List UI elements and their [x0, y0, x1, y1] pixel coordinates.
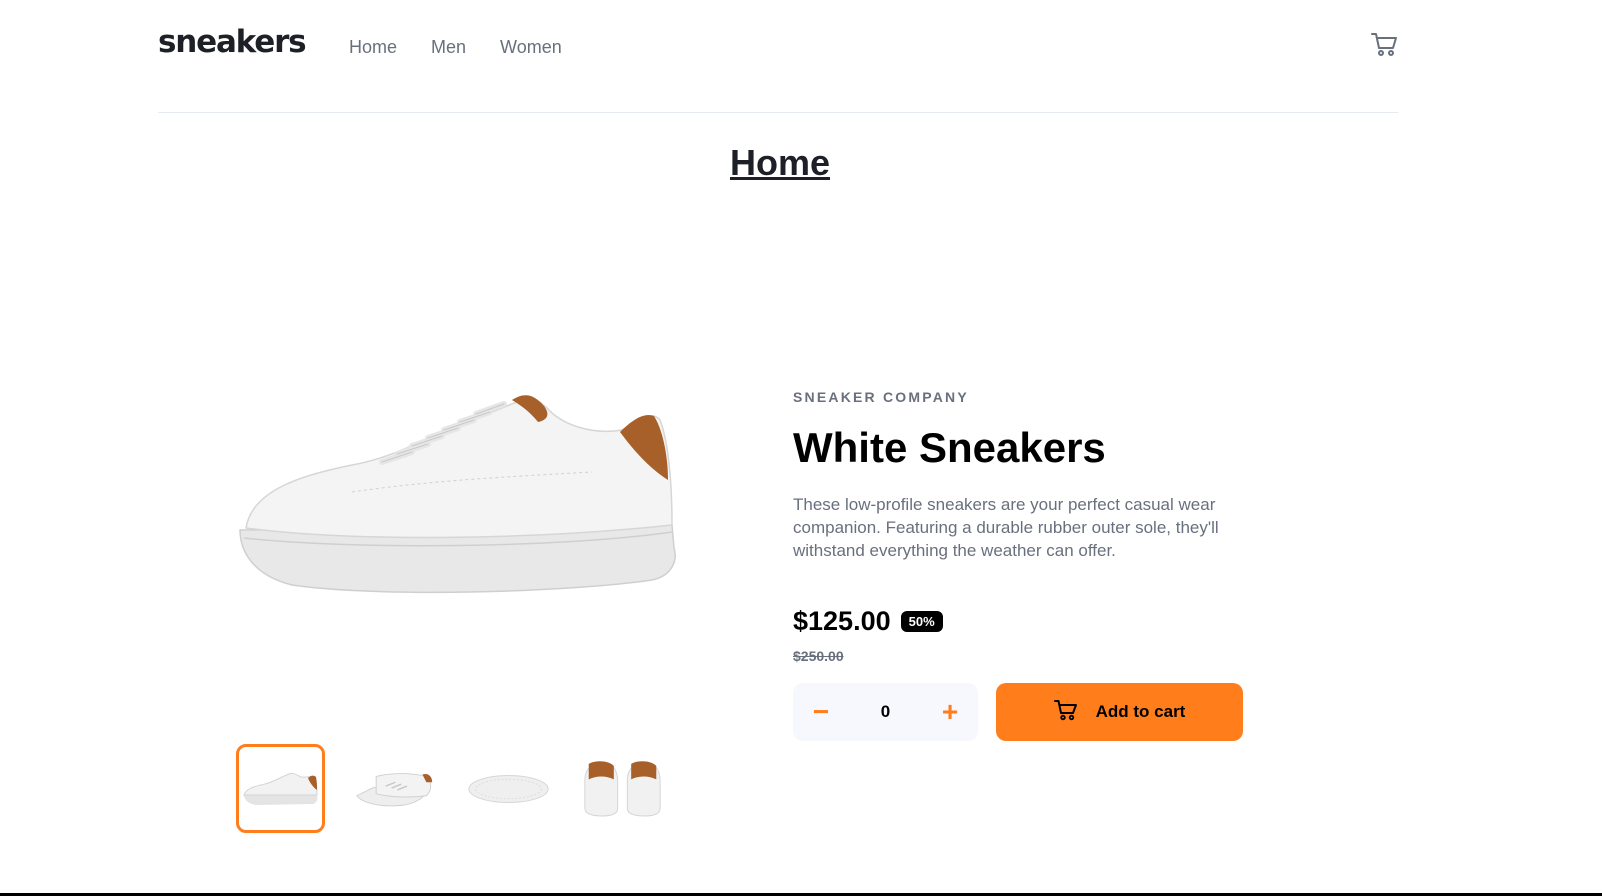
add-to-cart-label: Add to cart — [1095, 702, 1186, 721]
thumbnail-back[interactable] — [578, 744, 667, 833]
increase-quantity-button[interactable]: + — [922, 683, 978, 741]
product-title: White Sneakers — [793, 424, 1106, 471]
quantity-value: 0 — [880, 702, 891, 721]
nav-link-home[interactable]: Home — [349, 37, 397, 58]
main-nav: Home Men Women — [349, 37, 562, 58]
discount-badge: 50% — [900, 611, 943, 632]
thumbnail-sole[interactable] — [464, 744, 553, 833]
product-description: These low-profile sneakers are your perf… — [793, 495, 1219, 560]
company-name: SNEAKER COMPANY — [793, 389, 969, 405]
current-price: $125.00 — [793, 606, 891, 636]
nav-link-women[interactable]: Women — [500, 37, 562, 58]
original-price: $250.00 — [793, 648, 844, 664]
logo[interactable]: sneakers — [158, 24, 307, 60]
thumbnail-strip — [236, 744, 667, 833]
site-header: sneakers Home Men Women — [158, 0, 1398, 113]
cart-icon[interactable] — [1370, 30, 1398, 58]
decrease-quantity-button[interactable]: − — [793, 683, 849, 741]
price-row: $125.00 50% — [793, 606, 943, 637]
quantity-stepper: − 0 + — [793, 683, 978, 741]
thumbnail-side[interactable] — [236, 744, 325, 833]
product-main-image[interactable] — [232, 380, 688, 630]
nav-link-men[interactable]: Men — [431, 37, 466, 58]
thumbnail-top[interactable] — [350, 744, 439, 833]
cart-icon — [1053, 699, 1078, 726]
page-title: Home — [729, 142, 831, 183]
add-to-cart-button[interactable]: Add to cart — [996, 683, 1243, 741]
